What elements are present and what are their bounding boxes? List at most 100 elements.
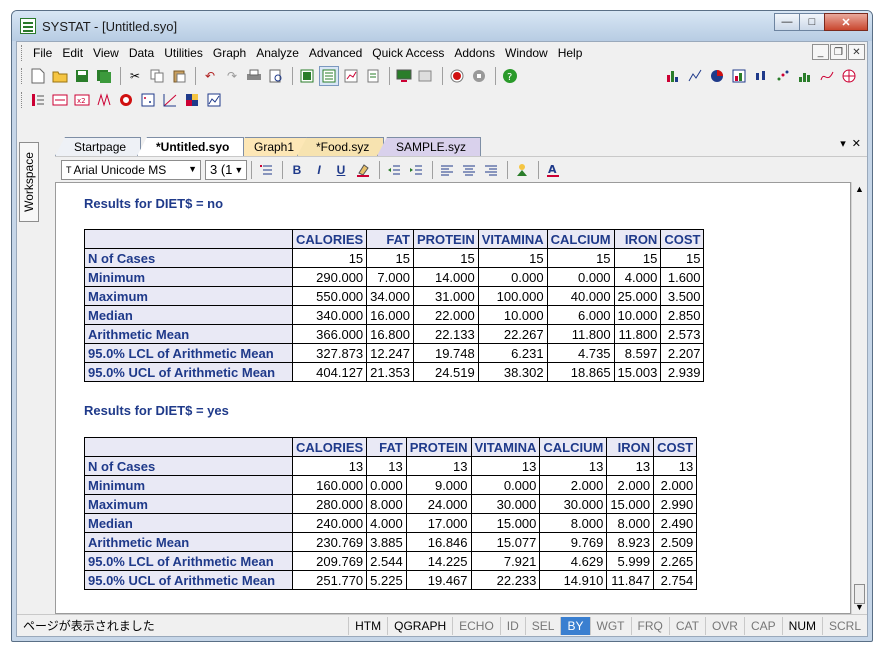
bar-chart-icon[interactable] [663,66,683,86]
table-cell: 15.000 [606,494,655,514]
bold-icon[interactable]: B [287,160,307,180]
pie-chart-icon[interactable] [707,66,727,86]
status-message: ページが表示されました [23,619,155,633]
numbered-list-icon[interactable] [256,160,276,180]
chi-square-icon[interactable]: x2 [72,90,92,110]
histogram-icon[interactable] [729,66,749,86]
menu-window[interactable]: Window [500,46,553,60]
scrollbar-thumb[interactable] [854,584,865,604]
menu-utilities[interactable]: Utilities [159,46,208,60]
tab-close-icon[interactable]: ✕ [852,137,861,150]
tab-untitled-syo[interactable]: *Untitled.syo [137,137,245,156]
menu-advanced[interactable]: Advanced [304,46,367,60]
density-chart-icon[interactable] [795,66,815,86]
underline-icon[interactable]: U [331,160,351,180]
quality-icon[interactable] [116,90,136,110]
save-all-icon[interactable] [94,66,114,86]
table-cell: 404.127 [291,362,368,382]
record-icon[interactable] [447,66,467,86]
paste-icon[interactable] [169,66,189,86]
align-center-icon[interactable] [459,160,479,180]
monitor-icon[interactable] [394,66,414,86]
tab-list-dropdown-icon[interactable]: ▾ [840,137,846,150]
output-editor-icon[interactable] [319,66,339,86]
menu-file[interactable]: File [28,46,57,60]
row-label: 95.0% LCL of Arithmetic Mean [84,551,293,571]
formatting-toolbar: T Arial Unicode MS ▼ 3 (1 ▼ B I U A [55,156,867,182]
font-name-select[interactable]: T Arial Unicode MS ▼ [61,159,201,180]
scroll-down-icon[interactable]: ▼ [855,602,864,612]
font-size-select[interactable]: 3 (1 ▼ [205,159,247,180]
column-header: CALCIUM [546,229,615,249]
increase-indent-icon[interactable] [406,160,426,180]
help-icon[interactable]: ? [500,66,520,86]
minimize-button[interactable]: — [774,13,800,31]
time-series-icon[interactable] [182,90,202,110]
descriptive-stats-icon[interactable] [28,90,48,110]
scatter-plot-icon[interactable] [773,66,793,86]
status-indicator-frq: FRQ [630,616,669,635]
workspace-panel: Workspace [17,134,39,636]
table-cell: 25.000 [613,286,662,306]
tab-graph1[interactable]: Graph1 [235,137,310,156]
maximize-button[interactable]: □ [799,13,825,31]
graph-editor-icon[interactable] [341,66,361,86]
output-nav-icon[interactable] [416,66,436,86]
new-file-icon[interactable] [28,66,48,86]
cluster-icon[interactable] [138,90,158,110]
command-editor-icon[interactable] [363,66,383,86]
menu-addons[interactable]: Addons [449,46,500,60]
doc-close-button[interactable]: ✕ [848,44,865,60]
workspace-tab[interactable]: Workspace [19,142,39,222]
ttest-icon[interactable] [50,90,70,110]
map-globe-icon[interactable] [839,66,859,86]
tab-food-syz[interactable]: *Food.syz [297,137,385,156]
tab-sample-syz[interactable]: SAMPLE.syz [377,137,482,156]
status-indicator-scrl: SCRL [821,616,867,635]
copy-icon[interactable] [147,66,167,86]
table-cell: 11.847 [606,570,655,590]
column-header: VITAMINA [470,437,541,457]
highlight-icon[interactable] [353,160,373,180]
svg-text:?: ? [507,72,512,83]
line-chart-icon[interactable] [685,66,705,86]
data-editor-icon[interactable] [297,66,317,86]
stop-icon[interactable] [469,66,489,86]
menu-help[interactable]: Help [553,46,588,60]
menu-graph[interactable]: Graph [208,46,251,60]
vertical-scrollbar[interactable]: ▲ ▼ [851,182,867,614]
anova-icon[interactable] [94,90,114,110]
print-icon[interactable] [244,66,264,86]
open-folder-icon[interactable] [50,66,70,86]
menu-analyze[interactable]: Analyze [251,46,304,60]
column-header: CALORIES [291,229,368,249]
insert-object-icon[interactable] [512,160,532,180]
menu-edit[interactable]: Edit [57,46,88,60]
tab-startpage[interactable]: Startpage [55,137,142,156]
decrease-indent-icon[interactable] [384,160,404,180]
regression-icon[interactable] [160,90,180,110]
close-button[interactable]: ✕ [824,13,868,31]
font-color-icon[interactable]: A [543,160,563,180]
function-plot-icon[interactable] [817,66,837,86]
doc-restore-button[interactable]: ❐ [830,44,847,60]
undo-icon[interactable]: ↶ [200,66,220,86]
status-indicator-num: NUM [781,616,822,635]
doc-minimize-button[interactable]: _ [812,44,829,60]
menu-data[interactable]: Data [124,46,159,60]
align-left-icon[interactable] [437,160,457,180]
align-right-icon[interactable] [481,160,501,180]
tab-controls: ▾ ✕ [840,137,861,150]
menu-view[interactable]: View [88,46,124,60]
table-cell: 5.999 [606,551,655,571]
cut-icon[interactable]: ✂ [125,66,145,86]
scroll-up-icon[interactable]: ▲ [855,184,864,194]
save-icon[interactable] [72,66,92,86]
toolbar-separator [282,160,283,179]
trend-chart-icon[interactable] [204,90,224,110]
print-preview-icon[interactable] [266,66,286,86]
menu-quick-access[interactable]: Quick Access [367,46,449,60]
box-plot-icon[interactable] [751,66,771,86]
redo-icon[interactable]: ↷ [222,66,242,86]
italic-icon[interactable]: I [309,160,329,180]
